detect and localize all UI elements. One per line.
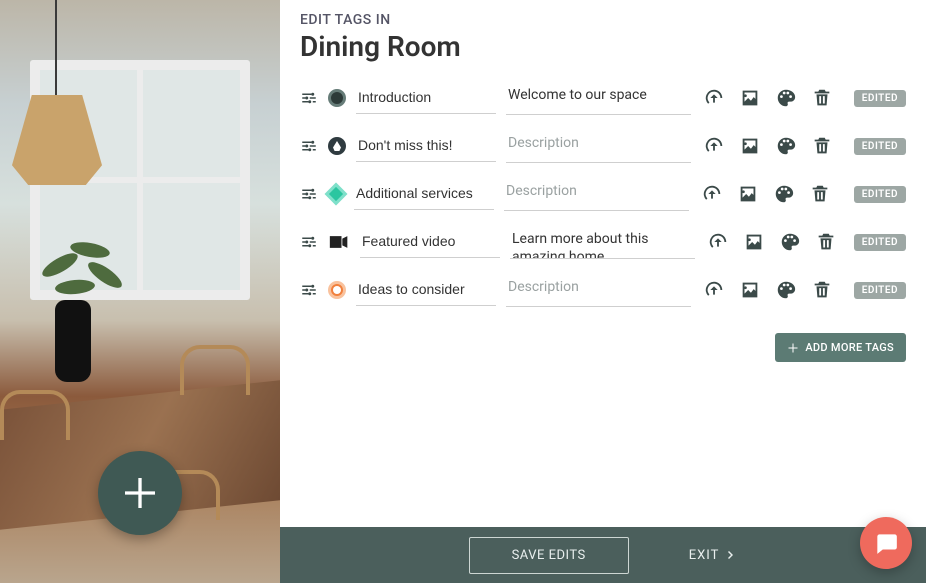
tag-row: EDITED	[300, 125, 906, 167]
tag-row: EDITED	[300, 269, 906, 311]
tag-name-input[interactable]	[356, 83, 496, 114]
preview-vase	[55, 300, 91, 382]
image-icon[interactable]	[737, 277, 763, 303]
edited-badge: EDITED	[854, 282, 906, 299]
settings-icon[interactable]	[300, 89, 318, 107]
chat-icon	[873, 530, 899, 556]
edited-badge: EDITED	[854, 138, 906, 155]
add-tag-fab[interactable]	[98, 451, 182, 535]
tag-description-input[interactable]	[504, 177, 689, 211]
link-icon[interactable]	[705, 229, 731, 255]
settings-icon[interactable]	[300, 185, 318, 203]
tag-name-input[interactable]	[354, 179, 494, 210]
tag-marker-bulb[interactable]	[328, 281, 346, 299]
tag-rows: EDITED EDITED	[300, 77, 906, 311]
exit-button[interactable]: EXIT	[689, 548, 738, 563]
link-icon[interactable]	[701, 277, 727, 303]
edited-badge: EDITED	[854, 234, 906, 251]
tag-description-input[interactable]	[506, 273, 691, 307]
image-icon[interactable]	[741, 229, 767, 255]
tag-description-input[interactable]	[506, 129, 691, 163]
palette-icon[interactable]	[773, 85, 799, 111]
preview-lamp-cord	[55, 0, 57, 95]
tag-marker-diamond[interactable]	[325, 183, 348, 206]
tag-row: EDITED	[300, 173, 906, 215]
footer-bar: SAVE EDITS EXIT	[280, 527, 926, 583]
palette-icon[interactable]	[773, 133, 799, 159]
tag-description-input[interactable]	[510, 225, 695, 259]
settings-icon[interactable]	[300, 281, 318, 299]
tag-name-input[interactable]	[356, 275, 496, 306]
trash-icon[interactable]	[809, 85, 835, 111]
tag-marker-circle[interactable]	[328, 89, 346, 107]
exit-label: EXIT	[689, 548, 720, 563]
link-icon[interactable]	[701, 133, 727, 159]
chevron-right-icon	[725, 549, 737, 561]
settings-icon[interactable]	[300, 233, 318, 251]
link-icon[interactable]	[701, 85, 727, 111]
panel-subtitle: EDIT TAGS IN	[300, 12, 906, 28]
save-edits-label: SAVE EDITS	[512, 548, 586, 563]
tag-marker-video[interactable]	[328, 231, 350, 253]
preview-chair	[0, 390, 70, 440]
add-more-tags-label: ADD MORE TAGS	[805, 341, 894, 354]
add-more-tags-button[interactable]: ADD MORE TAGS	[775, 333, 906, 362]
tag-name-input[interactable]	[360, 227, 500, 258]
trash-icon[interactable]	[809, 133, 835, 159]
save-edits-button[interactable]: SAVE EDITS	[469, 537, 629, 574]
palette-icon[interactable]	[777, 229, 803, 255]
preview-chair	[180, 345, 250, 395]
trash-icon[interactable]	[809, 277, 835, 303]
settings-icon[interactable]	[300, 137, 318, 155]
link-icon[interactable]	[699, 181, 725, 207]
palette-icon[interactable]	[773, 277, 799, 303]
chat-support-button[interactable]	[860, 517, 912, 569]
edited-badge: EDITED	[854, 186, 906, 203]
tag-marker-droplet[interactable]	[328, 137, 346, 155]
plus-icon	[787, 342, 799, 354]
palette-icon[interactable]	[771, 181, 797, 207]
edited-badge: EDITED	[854, 90, 906, 107]
image-icon[interactable]	[735, 181, 761, 207]
trash-icon[interactable]	[813, 229, 839, 255]
image-icon[interactable]	[737, 85, 763, 111]
room-preview[interactable]	[0, 0, 280, 583]
tag-row: EDITED	[300, 221, 906, 263]
panel-title: Dining Room	[300, 30, 906, 63]
tag-name-input[interactable]	[356, 131, 496, 162]
tag-description-input[interactable]	[506, 81, 691, 115]
image-icon[interactable]	[737, 133, 763, 159]
tag-row: EDITED	[300, 77, 906, 119]
trash-icon[interactable]	[807, 181, 833, 207]
plus-icon	[120, 473, 160, 513]
